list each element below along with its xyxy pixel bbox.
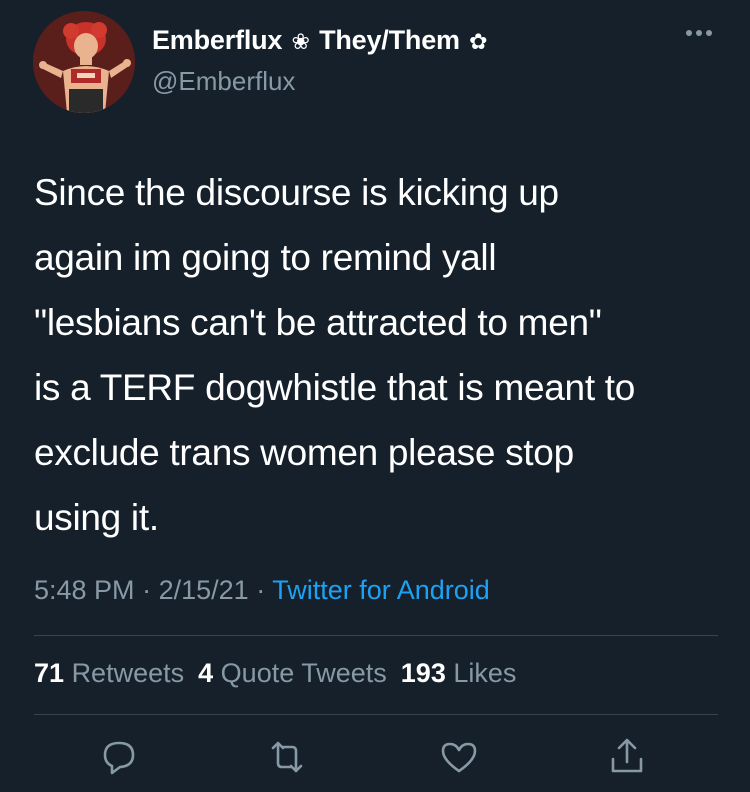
likes-stat[interactable]: 193 Likes (401, 658, 517, 688)
flower-icon: ✿ (469, 29, 488, 54)
heart-icon (441, 742, 477, 773)
retweet-icon (271, 741, 303, 773)
retweet-button[interactable] (265, 735, 309, 779)
display-name: Emberflux (152, 25, 283, 55)
quotes-stat[interactable]: 4 Quote Tweets (198, 658, 387, 688)
retweets-label: Retweets (71, 658, 185, 688)
tweet-text-line: Since the discourse is kicking up (34, 172, 559, 213)
tweet-date[interactable]: 2/15/21 (159, 575, 249, 605)
reply-button[interactable] (97, 735, 141, 779)
tweet-metadata: 5:48 PM · 2/15/21 · Twitter for Android (34, 575, 490, 606)
avatar-illustration (33, 11, 135, 113)
reply-icon (103, 741, 135, 775)
like-button[interactable] (437, 735, 481, 779)
tweet-detail: Emberflux ❀ They/Them ✿ @Emberflux Since… (0, 0, 750, 792)
tweet-source-link[interactable]: Twitter for Android (272, 575, 490, 605)
tweet-text-line: exclude trans women please stop (34, 432, 574, 473)
separator-dot: · (142, 575, 152, 605)
action-bar (0, 735, 750, 785)
retweets-count: 71 (34, 658, 65, 688)
tweet-time[interactable]: 5:48 PM (34, 575, 135, 605)
tweet-text: Since the discourse is kicking up again … (34, 160, 734, 550)
tweet-text-line: "lesbians can't be attracted to men" (34, 302, 602, 343)
pronouns: They/Them (319, 25, 460, 55)
author-name-row[interactable]: Emberflux ❀ They/Them ✿ (152, 25, 489, 56)
share-icon (611, 738, 643, 773)
likes-count: 193 (400, 658, 446, 688)
share-button[interactable] (605, 735, 649, 779)
author-handle[interactable]: @Emberflux (152, 66, 295, 97)
tweet-text-line: is a TERF dogwhistle that is meant to (34, 367, 636, 408)
divider (34, 714, 718, 715)
divider (34, 635, 718, 636)
avatar[interactable] (33, 11, 135, 113)
quotes-count: 4 (198, 658, 214, 688)
tweet-text-line: again im going to remind yall (34, 237, 497, 278)
flower-icon: ❀ (291, 29, 310, 54)
separator-dot: · (256, 575, 266, 605)
more-horizontal-icon[interactable] (686, 30, 712, 38)
retweets-stat[interactable]: 71 Retweets (34, 658, 184, 688)
likes-label: Likes (453, 658, 517, 688)
quotes-label: Quote Tweets (220, 658, 387, 688)
tweet-stats: 71 Retweets 4 Quote Tweets 193 Likes (34, 658, 516, 689)
tweet-text-line: using it. (34, 497, 159, 538)
